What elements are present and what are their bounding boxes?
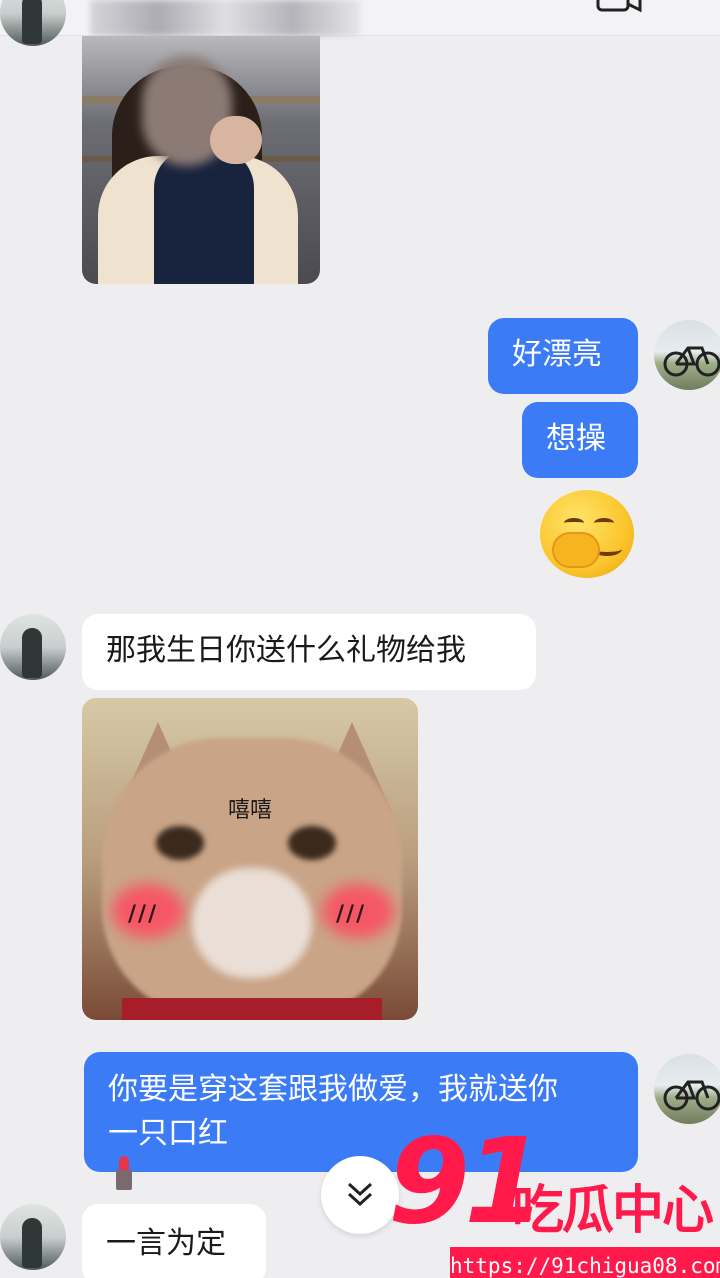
bicycle-icon xyxy=(663,346,720,377)
photo-hand xyxy=(210,116,262,164)
avatar-contact[interactable] xyxy=(0,0,66,46)
sticker-eye xyxy=(156,826,204,860)
message-outgoing[interactable]: 好漂亮 xyxy=(488,318,638,394)
emoji-eye xyxy=(594,518,614,528)
sticker-blush-marks: /// xyxy=(336,902,367,927)
bicycle-icon xyxy=(663,1080,720,1111)
message-text-line1: 你要是穿这套跟我做爱，我就送你 xyxy=(108,1072,558,1107)
message-text: 那我生日你送什么礼物给我 xyxy=(106,633,466,668)
lipstick-emoji xyxy=(112,1156,136,1190)
message-text: 一言为定 xyxy=(106,1226,226,1261)
avatar-contact[interactable] xyxy=(0,614,66,680)
sticker-blush-marks: /// xyxy=(128,902,159,927)
sticker-caption: 嘻嘻 xyxy=(227,798,272,823)
photo-dress xyxy=(154,148,254,284)
avatar-self[interactable] xyxy=(654,1054,720,1124)
message-outgoing[interactable]: 想操 xyxy=(522,402,638,478)
sticker-message[interactable]: /// /// 嘻嘻 xyxy=(82,698,418,1020)
image-message[interactable] xyxy=(82,36,320,284)
message-text: 好漂亮 xyxy=(512,337,602,372)
watermark-url: https://91chigua08.com xyxy=(450,1247,720,1278)
double-chevron-down-icon xyxy=(347,1182,373,1207)
message-text: 一只口红 xyxy=(108,1116,228,1151)
avatar-contact[interactable] xyxy=(0,1204,66,1270)
message-text: 想操 xyxy=(546,421,606,456)
avatar-self[interactable] xyxy=(654,320,720,390)
message-outgoing[interactable]: 你要是穿这套跟我做爱，我就送你 一只口红 xyxy=(84,1052,638,1190)
emoji-hand xyxy=(552,532,600,568)
hand-over-mouth-emoji[interactable] xyxy=(540,490,634,578)
emoji-eye xyxy=(564,518,584,528)
sticker-collar xyxy=(122,998,382,1020)
sticker-eye xyxy=(288,826,336,860)
redacted-contact-name xyxy=(90,0,360,36)
chat-header xyxy=(0,0,720,36)
video-call-icon[interactable] xyxy=(596,0,642,14)
watermark-title: 吃瓜中心 xyxy=(512,1181,714,1241)
message-incoming[interactable]: 一言为定 xyxy=(82,1204,266,1278)
message-incoming[interactable]: 那我生日你送什么礼物给我 xyxy=(82,614,536,690)
sticker-muzzle xyxy=(192,868,312,978)
